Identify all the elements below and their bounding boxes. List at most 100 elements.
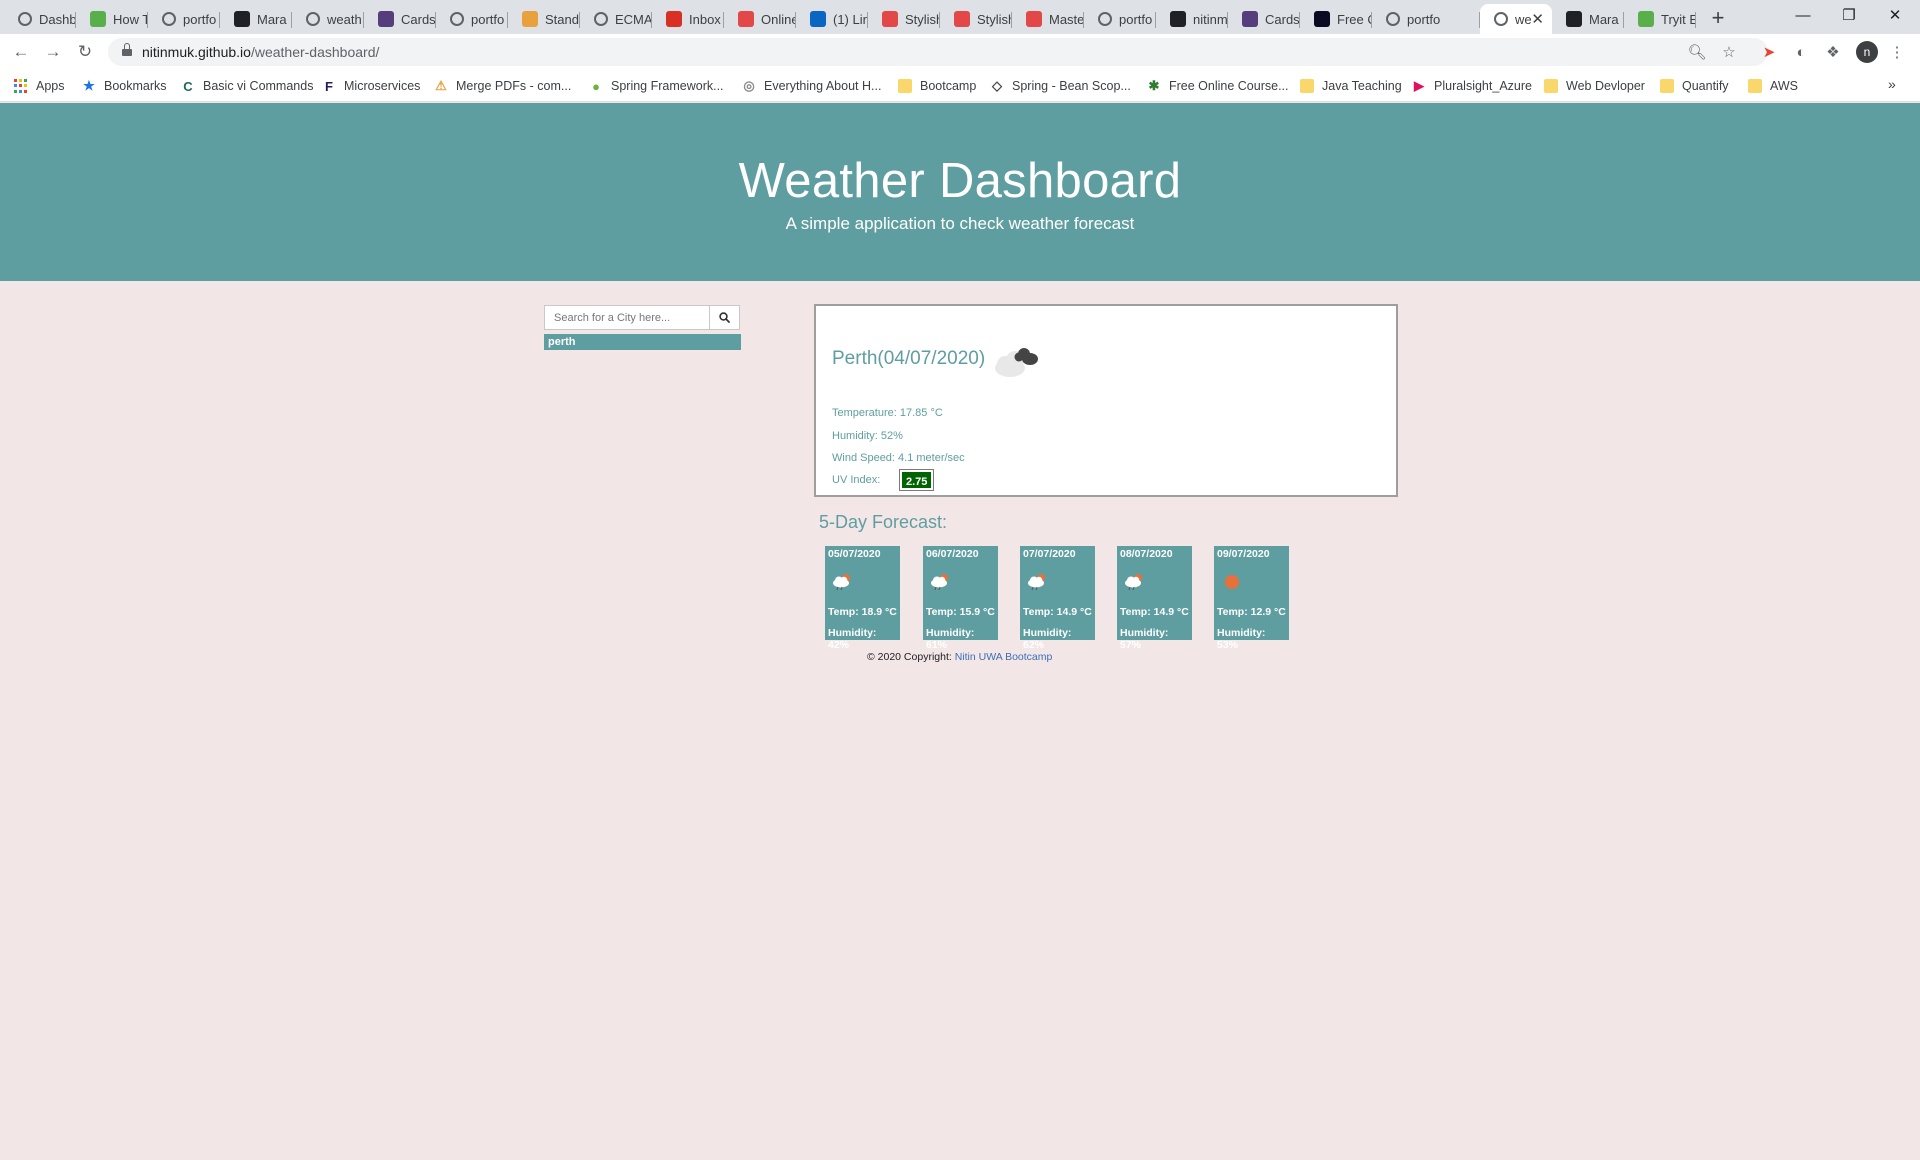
browser-tab[interactable]: (1) Lin (796, 4, 868, 34)
apps-grid-icon (14, 79, 28, 93)
stylish-icon (954, 11, 970, 27)
bookmark-item[interactable]: ★ Bookmarks (82, 77, 166, 95)
globe-icon: ◎ (743, 78, 755, 93)
bookmark-label: Web Devloper (1566, 79, 1645, 93)
extensions-puzzle-icon[interactable]: ❖ (1822, 41, 1844, 63)
forecast-card: 06/07/2020 Temp: 15.9 °C Humidity: 61% (923, 546, 998, 651)
forecast-date: 06/07/2020 (926, 548, 979, 560)
tab-strip: Dashb How T portfo Mara weath Cards portfo Stan… (0, 0, 1920, 34)
browser-tab[interactable]: Stand (508, 4, 580, 34)
forecast-heading: 5-Day Forecast: (819, 512, 948, 532)
tab-close-icon[interactable]: ✕ (1531, 10, 1544, 28)
browser-tab[interactable]: Stylish (868, 4, 940, 34)
globe-icon (18, 12, 32, 26)
tab-title: Inbox (689, 11, 721, 27)
freecodecamp-icon (1314, 11, 1330, 27)
bookmark-item[interactable]: F Microservices (322, 77, 420, 95)
star-icon: ★ (83, 78, 95, 93)
folder-icon (1660, 79, 1674, 93)
bookmark-item[interactable]: ▶ Pluralsight_Azure (1412, 77, 1532, 95)
search-button[interactable] (709, 306, 739, 329)
browser-tab[interactable]: Free C (1300, 4, 1372, 34)
tab-title: Free C (1337, 11, 1372, 27)
bookmark-item[interactable]: Bootcamp (898, 77, 976, 95)
browser-tab[interactable]: Cards (364, 4, 436, 34)
browser-tab[interactable]: How T (76, 4, 148, 34)
globe-icon (1386, 12, 1400, 26)
footer-link[interactable]: Nitin UWA Bootcamp (955, 651, 1053, 663)
tab-title: portfo (1407, 11, 1441, 27)
bookmarks-overflow-button[interactable]: » (1888, 76, 1896, 92)
pluralsight-icon: ▶ (1414, 78, 1424, 93)
browser-tab[interactable]: Mara (220, 4, 292, 34)
globe-icon (594, 12, 608, 26)
forward-arrow-icon[interactable]: → (40, 39, 66, 65)
current-temperature: Temperature: 17.85 °C (832, 407, 943, 419)
city-search-input[interactable] (545, 306, 709, 329)
bookmark-item[interactable]: AWS (1748, 77, 1798, 95)
lock-icon (122, 43, 132, 57)
bookmark-item[interactable]: Quantify (1660, 77, 1729, 95)
browser-tab[interactable]: Online (724, 4, 796, 34)
browser-tab[interactable]: Mara (1552, 4, 1624, 34)
browser-tab[interactable]: weath (292, 4, 364, 34)
browser-tab[interactable]: portfo (1084, 4, 1156, 34)
tab-title: Cards (401, 11, 436, 27)
current-wind-speed: Wind Speed: 4.1 meter/sec (832, 452, 965, 464)
minimize-icon[interactable]: — (1780, 0, 1826, 30)
browser-tab[interactable]: Inbox (652, 4, 724, 34)
bookmark-item[interactable]: ● Spring Framework... (589, 77, 723, 95)
bookmark-item[interactable]: ◎ Everything About H... (742, 77, 881, 95)
menu-dots-icon[interactable]: ⋮ (1886, 41, 1908, 63)
window-close-icon[interactable]: ✕ (1872, 0, 1918, 30)
url-text[interactable]: nitinmuk.github.io/weather-dashboard/ (142, 44, 379, 60)
bookmark-item[interactable]: ✱ Free Online Course... (1147, 77, 1289, 95)
horse-icon (234, 11, 250, 27)
browser-tab[interactable]: Maste (1012, 4, 1084, 34)
address-bar[interactable]: nitinmuk.github.io/weather-dashboard/ 🔍︎… (108, 38, 1768, 66)
bookmark-label: AWS (1770, 79, 1799, 93)
restore-icon[interactable]: ❐ (1826, 0, 1872, 30)
tab-title: Tryit E (1661, 11, 1696, 27)
tab-title: Mara (1589, 11, 1619, 27)
bookmark-item[interactable]: Web Devloper (1544, 77, 1645, 95)
forecast-temp: Temp: 14.9 °C (1120, 606, 1189, 618)
back-arrow-icon[interactable]: ← (8, 39, 34, 65)
bookmark-label: Free Online Course... (1169, 79, 1289, 93)
url-host: nitinmuk.github.io (142, 44, 251, 60)
browser-tab[interactable]: portfo (1372, 4, 1480, 34)
browser-tab[interactable]: Stylish (940, 4, 1012, 34)
bookmark-label: Microservices (344, 79, 421, 93)
bookmark-item[interactable]: ◇ Spring - Bean Scop... (990, 77, 1131, 95)
profile-avatar[interactable]: n (1856, 41, 1878, 63)
forecast-date: 05/07/2020 (828, 548, 881, 560)
bookmark-label: Spring - Bean Scop... (1012, 79, 1131, 93)
browser-tab[interactable]: nitinm (1156, 4, 1228, 34)
zoom-icon[interactable]: 🔍︎ (1687, 43, 1706, 61)
course-icon: ✱ (1148, 78, 1160, 93)
browser-tab[interactable]: portfo (148, 4, 220, 34)
sun-icon (1225, 575, 1239, 589)
bookmark-item[interactable]: Apps (14, 77, 65, 95)
bookmark-item[interactable]: Java Teaching (1300, 77, 1402, 95)
tab-active[interactable]: we ✕ (1480, 4, 1552, 34)
bookmark-item[interactable]: C Basic vi Commands (181, 77, 313, 95)
footer: © 2020 Copyright: Nitin UWA Bootcamp (867, 651, 1052, 663)
forecast-temp: Temp: 12.9 °C (1217, 606, 1286, 618)
browser-tab[interactable]: portfo (436, 4, 508, 34)
folder-icon (1748, 79, 1762, 93)
tab-title: Mara (257, 11, 287, 27)
reload-icon[interactable]: ↻ (72, 39, 98, 65)
browser-tab[interactable]: Cards (1228, 4, 1300, 34)
browser-tab[interactable]: Dashb (4, 4, 76, 34)
bookmark-label: Basic vi Commands (203, 79, 314, 93)
search-icon (719, 312, 730, 323)
new-tab-button[interactable]: + (1704, 4, 1732, 32)
bookmark-star-icon[interactable]: ☆ (1720, 43, 1738, 61)
extension-cast-icon[interactable]: ➤ (1758, 41, 1780, 63)
dark-mode-icon[interactable]: ◐ (1790, 41, 1812, 63)
browser-tab[interactable]: Tryit E (1624, 4, 1696, 34)
search-history-item[interactable]: perth (544, 334, 741, 350)
bookmark-item[interactable]: ⚠ Merge PDFs - com... (434, 77, 571, 95)
browser-tab[interactable]: ECMA (580, 4, 652, 34)
